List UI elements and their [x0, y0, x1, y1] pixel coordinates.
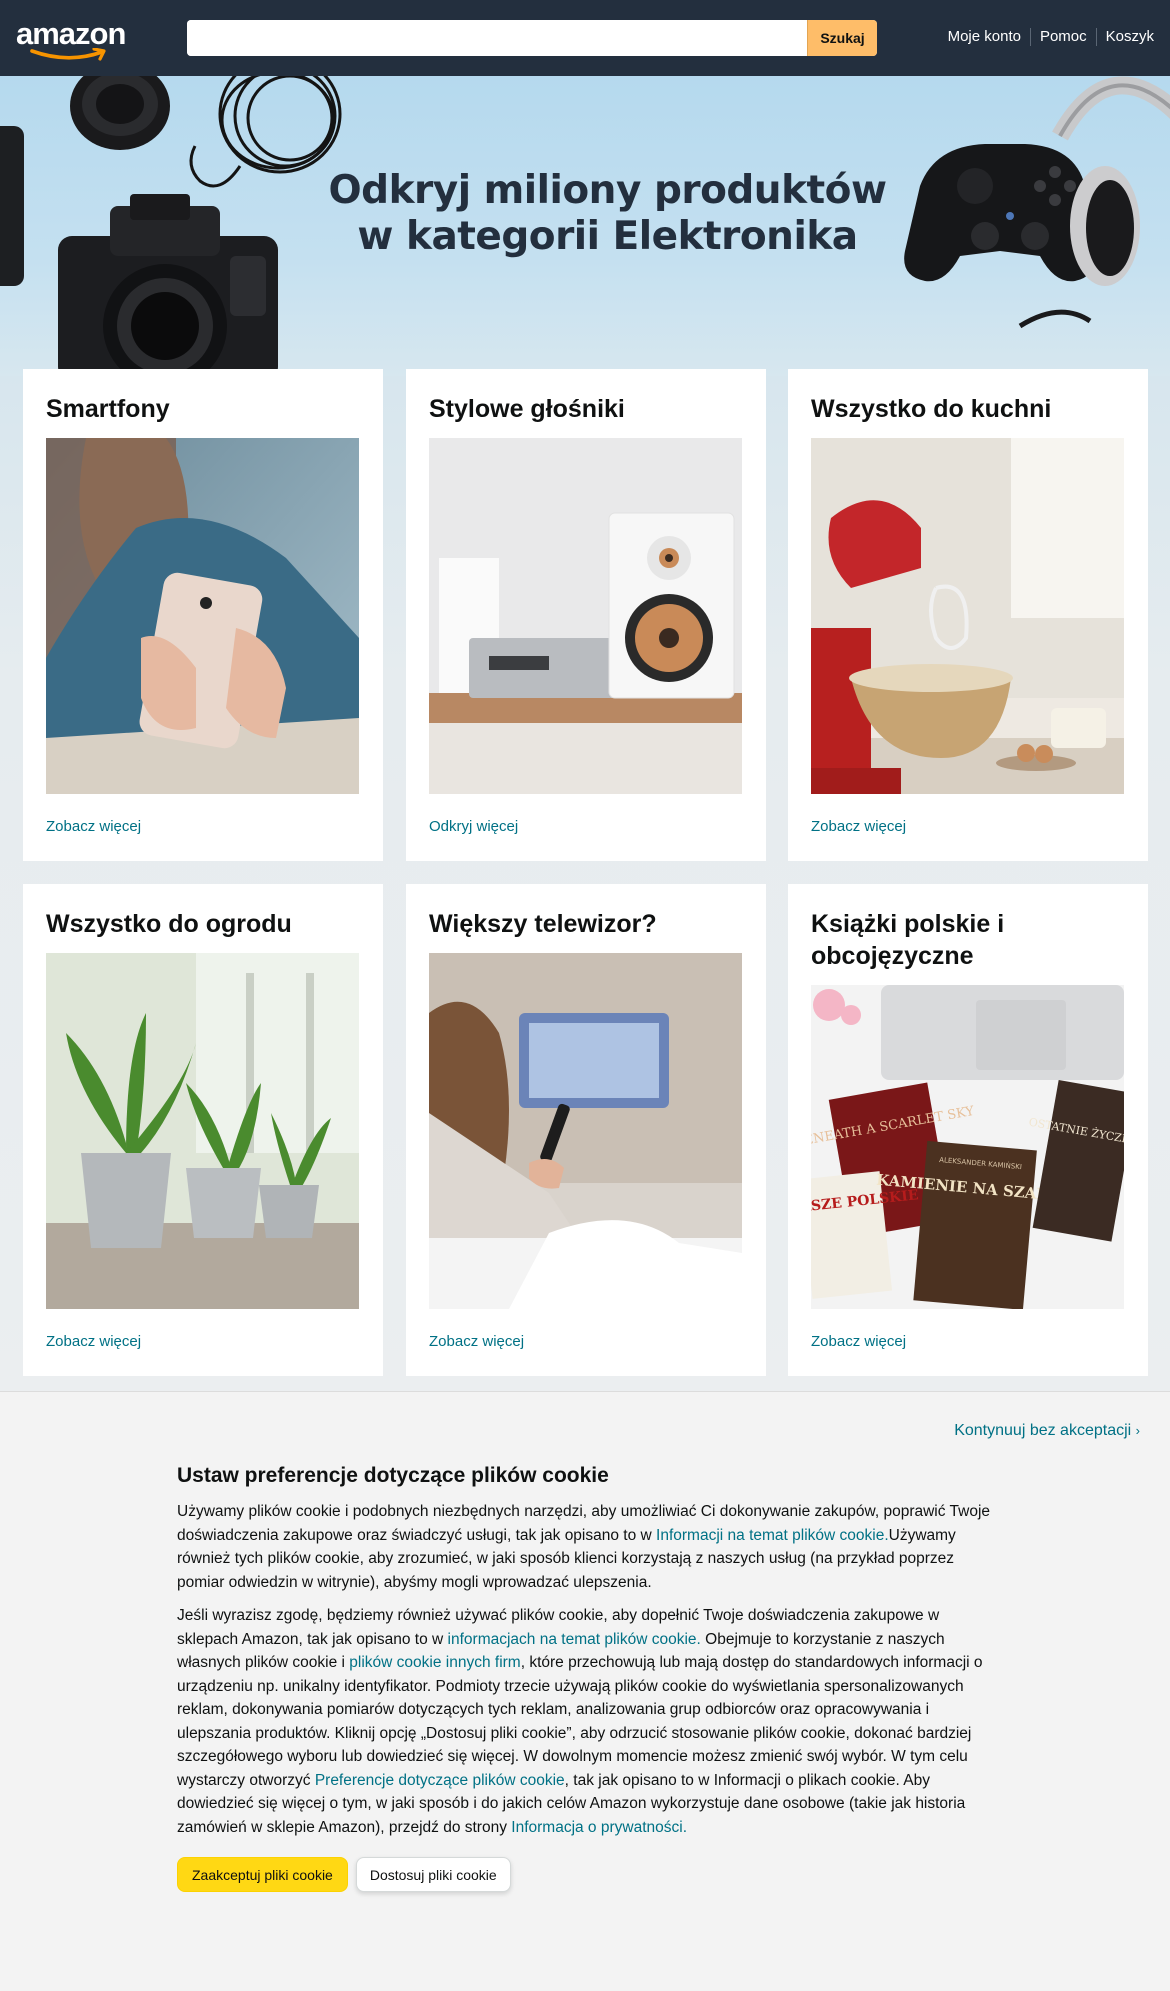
smile-arrow-icon — [30, 48, 106, 61]
nav-account[interactable]: Moje konto — [939, 28, 1031, 46]
privacy-notice-link[interactable]: Informacja o prywatności. — [511, 1819, 687, 1836]
customize-cookies-button[interactable]: Dostosuj pliki cookie — [355, 1857, 511, 1892]
card-books[interactable]: Książki polskie i obcojęzyczne BENEATH A… — [788, 884, 1148, 1376]
accept-cookies-button[interactable]: Zaakceptuj pliki cookie — [177, 1857, 348, 1892]
card-smartphones[interactable]: Smartfony Zobacz więcej — [23, 369, 383, 861]
cookie-buttons: Zaakceptuj pliki cookie Dostosuj pliki c… — [177, 1857, 997, 1892]
smartphone-image[interactable] — [46, 438, 359, 794]
chevron-right-icon: › — [1135, 1423, 1140, 1438]
kitchen-mixer-image[interactable] — [811, 438, 1124, 794]
hero-banner: Odkryj miliony produktów w kategorii Ele… — [0, 76, 1170, 376]
books-image[interactable]: BENEATH A SCARLET SKY WIERSZE POLSKIE AL… — [811, 985, 1124, 1309]
header-nav: Moje konto Pomoc Koszyk — [939, 28, 1154, 46]
search-button[interactable]: Szukaj — [807, 20, 877, 56]
hero-title: Odkryj miliony produktów w kategorii Ele… — [328, 168, 887, 259]
cookie-title: Ustaw preferencje dotyczące plików cooki… — [177, 1464, 609, 1487]
card-garden[interactable]: Wszystko do ogrodu Zobacz więcej — [23, 884, 383, 1376]
card-speakers[interactable]: Stylowe głośniki Odkryj więcej — [406, 369, 766, 861]
cookie-info-link-2[interactable]: informacjach na temat plików cookie. — [448, 1631, 701, 1648]
cookie-content: Ustaw preferencje dotyczące plików cooki… — [177, 1464, 997, 1892]
nav-help[interactable]: Pomoc — [1031, 28, 1097, 46]
card-link-speakers[interactable]: Odkryj więcej — [429, 818, 518, 835]
card-link-garden[interactable]: Zobacz więcej — [46, 1333, 141, 1350]
card-kitchen[interactable]: Wszystko do kuchni Zobacz więcej — [788, 369, 1148, 861]
third-party-cookies-link[interactable]: plików cookie innych firm — [349, 1654, 520, 1671]
nav-cart[interactable]: Koszyk — [1097, 28, 1154, 46]
cookie-paragraph-2: Jeśli wyrazisz zgodę, będziemy również u… — [177, 1607, 983, 1836]
cookie-preferences-link[interactable]: Preferencje dotyczące plików cookie — [315, 1772, 565, 1789]
card-link-kitchen[interactable]: Zobacz więcej — [811, 818, 906, 835]
garden-plants-image[interactable] — [46, 953, 359, 1309]
tv-watching-image[interactable] — [429, 953, 742, 1309]
search-input[interactable] — [187, 20, 807, 56]
continue-without-accepting-link[interactable]: Kontynuuj bez akceptacji › — [954, 1422, 1140, 1440]
cookie-consent-banner: Kontynuuj bez akceptacji › Ustaw prefere… — [0, 1391, 1170, 1991]
card-tv[interactable]: Większy telewizor? Zobacz więcej — [406, 884, 766, 1376]
cookie-paragraph-1: Używamy plików cookie i podobnych niezbę… — [177, 1503, 991, 1591]
cookie-info-link[interactable]: Informacji na temat plików cookie. — [656, 1527, 889, 1544]
search-bar: Szukaj — [187, 20, 877, 56]
header: amazon Szukaj Moje konto Pomoc Koszyk — [0, 0, 1170, 76]
card-link-books[interactable]: Zobacz więcej — [811, 1333, 906, 1350]
card-link-smartphones[interactable]: Zobacz więcej — [46, 818, 141, 835]
amazon-logo[interactable]: amazon — [16, 18, 134, 61]
card-link-tv[interactable]: Zobacz więcej — [429, 1333, 524, 1350]
speakers-image[interactable] — [429, 438, 742, 794]
